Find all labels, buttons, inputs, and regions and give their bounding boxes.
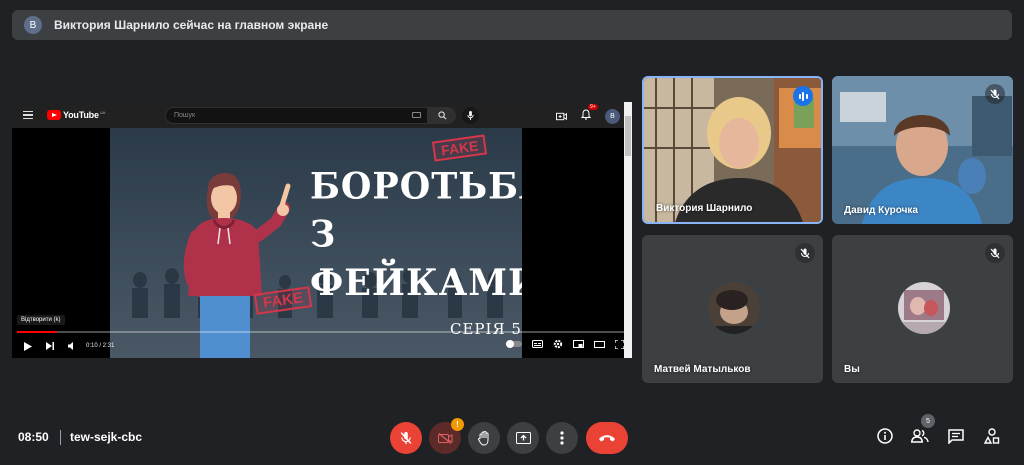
youtube-search-input[interactable]: Пошук: [165, 107, 428, 124]
notice-text: Виктория Шарнило сейчас на главном экран…: [54, 18, 329, 32]
miniplayer-icon[interactable]: [573, 340, 584, 348]
video-progress-fill: [17, 331, 58, 333]
participant-name: Матвей Матыльков: [654, 364, 751, 375]
create-video-icon[interactable]: [556, 112, 567, 121]
hang-up-icon: [599, 435, 615, 442]
play-icon[interactable]: [24, 341, 32, 351]
subtitles-icon[interactable]: [532, 340, 543, 348]
youtube-search-button[interactable]: [428, 107, 456, 124]
camera-alert-badge: !: [451, 418, 464, 431]
microphone-icon: [467, 111, 474, 120]
shared-screen[interactable]: YouTube UA Пошук 9+ В FAKE FAKE БОРОТЬБ …: [12, 102, 632, 358]
video-frame[interactable]: FAKE FAKE БОРОТЬБА З ФЕЙКАМИ СЕРІЯ 5: [110, 128, 522, 358]
hamburger-menu-icon[interactable]: [23, 110, 33, 120]
voice-search-button[interactable]: [462, 107, 479, 124]
more-options-button[interactable]: [546, 422, 578, 454]
search-icon: [437, 111, 446, 120]
more-vert-icon: [560, 431, 564, 445]
info-icon: [877, 428, 893, 444]
video-time: 0:10 / 2:31: [86, 343, 115, 349]
settings-gear-icon[interactable]: [553, 339, 563, 349]
toggle-camera-button[interactable]: !: [429, 418, 464, 454]
activities-button[interactable]: [980, 424, 1004, 448]
presentation-notice: В Виктория Шарнило сейчас на главном экр…: [12, 10, 1012, 40]
presenter-avatar: В: [24, 16, 42, 34]
participant-name: Вы: [844, 364, 860, 375]
keyboard-icon[interactable]: [412, 112, 421, 118]
activities-shapes-icon: [984, 428, 1000, 444]
mic-off-icon: [985, 84, 1005, 104]
people-button[interactable]: 5: [908, 414, 935, 448]
chat-button[interactable]: [944, 424, 968, 448]
mic-off-icon: [795, 243, 815, 263]
raise-hand-button[interactable]: [468, 422, 500, 454]
raise-hand-icon: [477, 430, 488, 446]
toggle-microphone-button[interactable]: [390, 422, 422, 454]
camera-off-icon: [437, 432, 452, 444]
participant-tile-david[interactable]: Давид Курочка: [832, 76, 1013, 224]
people-count-badge: 5: [921, 414, 935, 428]
participant-name: Давид Курочка: [844, 205, 918, 216]
toolbar-divider: [60, 430, 61, 445]
fake-stamp-top: FAKE: [431, 134, 488, 162]
chat-icon: [948, 428, 964, 444]
play-tooltip: Відтворити (k): [17, 315, 65, 325]
girl-character-illustration: [183, 173, 291, 358]
mic-off-icon: [985, 243, 1005, 263]
speaking-indicator-icon: [793, 86, 813, 106]
present-screen-button[interactable]: [507, 422, 539, 454]
video-progress-bar[interactable]: [17, 331, 625, 333]
leave-call-button[interactable]: [586, 422, 628, 454]
scrollbar-thumb[interactable]: [625, 116, 631, 156]
youtube-header: YouTube UA Пошук 9+ В: [12, 102, 632, 128]
participant-tile-self[interactable]: Вы: [832, 235, 1013, 383]
youtube-play-icon: [47, 110, 61, 120]
meeting-code: tew-sejk-cbc: [70, 430, 143, 444]
youtube-logo-text: YouTube: [63, 110, 99, 120]
participant-tile-matvey[interactable]: Матвей Матыльков: [642, 235, 823, 383]
participant-name: Виктория Шарнило: [656, 203, 753, 214]
autoplay-toggle-icon[interactable]: [506, 340, 522, 348]
participant-tile-viktoria[interactable]: Виктория Шарнило: [642, 76, 823, 224]
fullscreen-icon[interactable]: [615, 339, 624, 349]
people-icon: [911, 429, 929, 443]
video-title-overlay: БОРОТЬБА З ФЕЙКАМИ: [310, 163, 522, 308]
video-title-line1: БОРОТЬБА: [310, 164, 522, 208]
youtube-account-avatar[interactable]: В: [605, 108, 620, 124]
notification-count-badge: 9+: [588, 104, 598, 110]
youtube-region-label: UA: [99, 109, 106, 115]
video-controls: 0:10 / 2:31: [12, 335, 632, 357]
clock: 08:50: [18, 430, 49, 444]
meet-window: В Виктория Шарнило сейчас на главном экр…: [0, 0, 1024, 465]
theater-mode-icon[interactable]: [594, 340, 605, 348]
meeting-details-button[interactable]: [873, 424, 897, 448]
youtube-header-actions: 9+ В: [556, 104, 620, 125]
meeting-toolbar: 08:50 tew-sejk-cbc ! 5: [0, 412, 1024, 462]
bell-icon: [580, 109, 592, 120]
youtube-logo[interactable]: YouTube UA: [47, 110, 105, 120]
volume-icon[interactable]: [68, 342, 76, 350]
video-controls-right: [506, 339, 624, 349]
page-scrollbar[interactable]: [624, 102, 632, 358]
present-screen-icon: [515, 432, 531, 444]
self-avatar-photo: [898, 282, 950, 334]
search-placeholder: Пошук: [174, 112, 196, 119]
next-video-icon[interactable]: [46, 342, 54, 350]
participant-avatar-photo: [708, 282, 760, 334]
mic-off-icon: [400, 432, 412, 444]
video-title-line2: З ФЕЙКАМИ: [310, 212, 522, 305]
notifications-button[interactable]: 9+: [580, 104, 598, 125]
